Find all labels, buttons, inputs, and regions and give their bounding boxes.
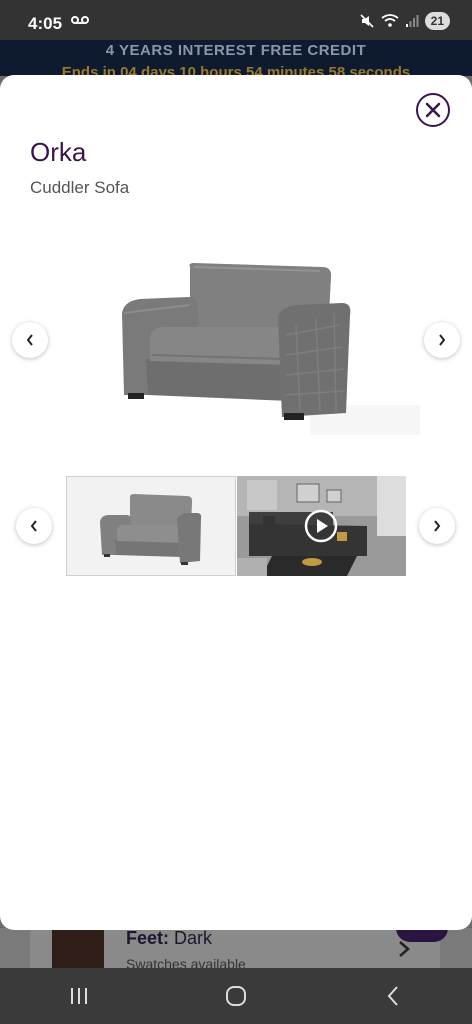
chevron-left-icon: [30, 520, 37, 532]
product-type: Cuddler Sofa: [30, 178, 130, 197]
home-icon: [225, 986, 246, 1006]
main-product-image: [122, 263, 420, 435]
status-bar: 4:05 21: [0, 0, 472, 40]
promo-title: 4 YEARS INTEREST FREE CREDIT: [105, 42, 367, 59]
status-icons: 21: [359, 12, 450, 30]
system-nav-bar: [0, 968, 472, 1024]
mute-icon: [360, 14, 374, 28]
back-icon: [387, 986, 399, 1006]
color-swatch: [52, 928, 104, 968]
close-button[interactable]: [416, 93, 450, 127]
close-icon: [425, 102, 441, 118]
recent-apps-icon: [70, 988, 87, 1004]
status-time: 4:05: [28, 14, 63, 33]
battery-indicator: 21: [424, 12, 450, 30]
armchair-thumbnail: [100, 494, 202, 565]
thumbs-prev-button[interactable]: [16, 508, 52, 544]
main-prev-button[interactable]: [12, 322, 48, 358]
feet-option: Feet: Dark: [126, 928, 212, 949]
chevron-right-icon: [434, 520, 441, 532]
thumbnail-image[interactable]: [66, 476, 236, 576]
thumbnail-video[interactable]: [237, 476, 406, 576]
signal-icon: [405, 15, 419, 27]
background-product-options: Feet: Dark Swatches available: [0, 928, 472, 972]
home-button[interactable]: [206, 976, 266, 1016]
main-next-button[interactable]: [424, 322, 460, 358]
feet-label: Feet:: [126, 928, 170, 948]
product-name: Orka: [30, 137, 87, 167]
product-gallery-modal: Orka Cuddler Sofa: [0, 75, 472, 930]
chevron-right-icon[interactable]: [396, 938, 412, 960]
chevron-left-icon: [26, 334, 33, 346]
voicemail-icon: [71, 16, 89, 24]
wifi-icon: [381, 14, 399, 27]
recent-apps-button[interactable]: [49, 976, 109, 1016]
thumbs-next-button[interactable]: [419, 508, 455, 544]
feet-value: Dark: [174, 928, 213, 948]
promo-banner: 4 YEARS INTEREST FREE CREDIT Ends in 04 …: [0, 40, 472, 76]
play-icon[interactable]: [304, 509, 338, 543]
chevron-right-icon: [439, 334, 446, 346]
back-button[interactable]: [363, 976, 423, 1016]
